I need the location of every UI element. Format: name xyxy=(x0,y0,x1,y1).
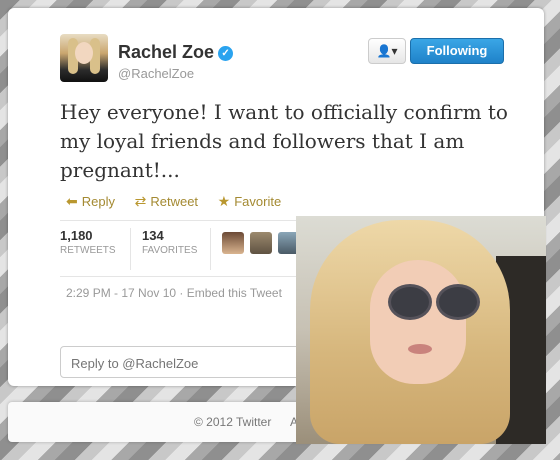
tweet-timestamp[interactable]: 2:29 PM - 17 Nov 10 xyxy=(66,286,176,300)
profile-handle[interactable]: @RachelZoe xyxy=(118,66,194,81)
sunglasses-lens xyxy=(436,284,480,320)
retweet-icon: ⇄ xyxy=(134,193,147,209)
profile-name-text[interactable]: Rachel Zoe xyxy=(118,42,214,62)
retweet-action[interactable]: ⇄ Retweet xyxy=(134,193,198,209)
tweet-actions: ⬅ Reply ⇄ Retweet ★ Favorite xyxy=(66,193,297,210)
tweet-text: Hey everyone! I want to officially confi… xyxy=(60,100,508,182)
inset-photo xyxy=(296,216,546,444)
sunglasses-lens xyxy=(388,284,432,320)
retweets-label: RETWEETS xyxy=(60,245,116,256)
favorites-count: 134 xyxy=(142,228,164,243)
stats-separator xyxy=(130,228,131,270)
user-dropdown-icon: 👤▾ xyxy=(376,44,398,58)
retweets-count: 1,180 xyxy=(60,228,93,243)
favorites-label: FAVORITES xyxy=(142,245,198,256)
favoriter-avatar[interactable] xyxy=(250,232,272,254)
embed-tweet-link[interactable]: Embed this Tweet xyxy=(187,286,282,300)
favorite-action[interactable]: ★ Favorite xyxy=(217,193,282,209)
footer-copyright: © 2012 Twitter xyxy=(194,415,272,429)
star-icon: ★ xyxy=(217,193,231,209)
verified-check-icon: ✓ xyxy=(218,46,234,61)
user-dropdown-button[interactable]: 👤▾ xyxy=(368,38,406,64)
retweets-stat[interactable]: 1,180 RETWEETS xyxy=(60,228,116,256)
reply-action[interactable]: ⬅ Reply xyxy=(66,193,115,209)
reply-box[interactable] xyxy=(60,346,310,379)
following-button[interactable]: Following xyxy=(410,38,504,64)
reply-icon: ⬅ xyxy=(66,193,78,209)
favoriter-avatar[interactable] xyxy=(222,232,244,254)
reply-input[interactable] xyxy=(61,347,303,379)
stats-separator xyxy=(210,228,211,270)
tweet-meta: 2:29 PM - 17 Nov 10 · Embed this Tweet xyxy=(66,286,282,300)
favorites-stat[interactable]: 134 FAVORITES xyxy=(142,228,197,256)
profile-name[interactable]: Rachel Zoe ✓ xyxy=(118,42,234,63)
profile-avatar[interactable] xyxy=(60,34,108,82)
